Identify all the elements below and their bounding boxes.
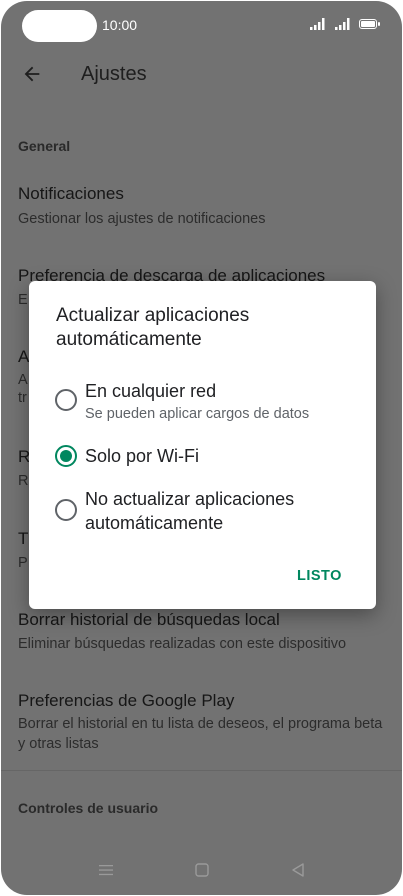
setting-title: A [18, 347, 30, 366]
section-header-general: General [18, 138, 71, 154]
radio-button[interactable] [55, 499, 77, 521]
radio-button-checked[interactable] [55, 445, 77, 467]
option-label: No actualizar aplicaciones automáticamen… [85, 489, 295, 533]
setting-subtitle: Borrar el historial en tu lista de deseo… [18, 716, 383, 752]
option-any-network[interactable]: En cualquier red Se pueden aplicar cargo… [29, 379, 376, 427]
page-title: Ajustes [81, 63, 147, 85]
phone-screen: 10:00 Ajustes General Notificaciones Ges… [1, 1, 402, 895]
setting-subtitle: Gestionar los ajustes de notificaciones [18, 211, 266, 227]
option-label: Solo por Wi-Fi [85, 446, 200, 466]
option-no-auto-update[interactable]: No actualizar aplicaciones automáticamen… [29, 487, 376, 539]
radio-button[interactable] [55, 389, 77, 411]
setting-title: Borrar historial de búsquedas local [18, 610, 280, 629]
signal-icon [335, 18, 350, 30]
triangle-back-icon[interactable] [289, 861, 307, 879]
setting-notifications[interactable]: Notificaciones Gestionar los ajustes de … [1, 184, 402, 234]
divider [1, 770, 402, 771]
setting-title: Notificaciones [18, 184, 124, 203]
square-home-icon[interactable] [193, 861, 211, 879]
setting-subtitle: Eliminar búsquedas realizadas con este d… [18, 636, 347, 652]
auto-update-dialog: Actualizar aplicaciones automáticamente … [29, 281, 376, 609]
menu-icon[interactable] [97, 861, 115, 879]
option-subtitle: Se pueden aplicar cargos de datos [85, 406, 310, 422]
setting-clear-search-history[interactable]: Borrar historial de búsquedas local Elim… [1, 610, 402, 660]
battery-icon [359, 19, 380, 29]
status-bar: 10:00 [1, 1, 402, 49]
option-label: En cualquier red [85, 381, 217, 401]
dialog-title: Actualizar aplicaciones automáticamente [56, 305, 250, 350]
setting-google-play-preferences[interactable]: Preferencias de Google Play Borrar el hi… [1, 691, 402, 755]
arrow-left-icon[interactable] [21, 63, 43, 85]
setting-title: T [18, 529, 29, 548]
status-time: 10:00 [102, 17, 138, 33]
section-header-user-controls: Controles de usuario [18, 800, 159, 816]
camera-cutout [22, 10, 97, 42]
done-button[interactable]: LISTO [297, 568, 342, 584]
setting-title: Preferencias de Google Play [18, 691, 235, 710]
signal-icon [310, 18, 325, 30]
option-wifi-only[interactable]: Solo por Wi-Fi [29, 444, 376, 472]
